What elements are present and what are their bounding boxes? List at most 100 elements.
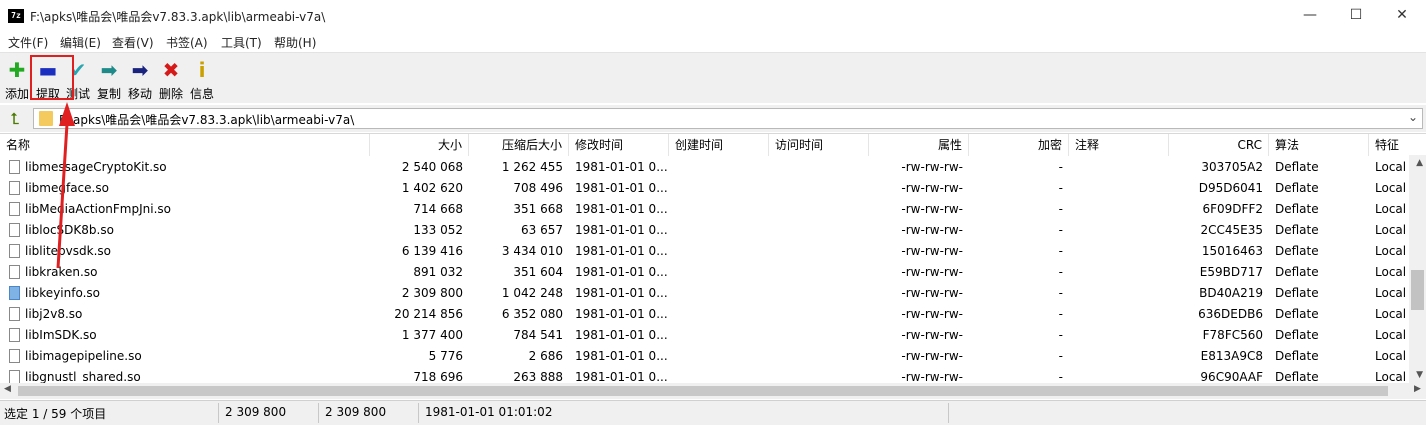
column-header-row: 名称 大小 压缩后大小 修改时间 创建时间 访问时间 属性 加密 注释 CRC … [0, 134, 1426, 156]
col-created[interactable]: 创建时间 [669, 134, 769, 156]
cell-packed-size: 2 686 [528, 349, 563, 363]
window-title: F:\apks\唯品会\唯品会v7.83.3.apk\lib\armeabi-v… [30, 10, 326, 24]
file-icon [9, 349, 20, 363]
table-row[interactable]: liblitepvsdk.so 6 139 416 3 434 010 1981-01… [0, 241, 1408, 262]
table-row[interactable]: libMediaActionFmpJni.so 714 668 351 668 198… [0, 199, 1408, 220]
cell-size: 714 668 [413, 202, 463, 216]
add-button[interactable]: ✚ 添加 [0, 57, 34, 101]
cell-attributes: -rw-rw-rw- [901, 286, 963, 300]
path-field[interactable]: F:\apks\唯品会\唯品会v7.83.3.apk\lib\armeabi-v… [33, 108, 1423, 129]
extract-highlight-box [30, 55, 74, 100]
cell-packed-size: 1 262 455 [501, 160, 563, 174]
cell-crc: E59BD717 [1199, 265, 1263, 279]
table-row[interactable]: libkeyinfo.so 2 309 800 1 042 248 1981-01-0… [0, 283, 1408, 304]
cell-encrypted: - [1058, 160, 1063, 174]
add-label: 添加 [4, 87, 29, 101]
cell-packed-size: 1 042 248 [501, 286, 563, 300]
cell-modified: 1981-01-01 0... [575, 223, 668, 237]
copy-button[interactable]: ➡ 复制 [92, 57, 126, 101]
table-row[interactable]: liblocSDK8b.so 133 052 63 657 1981-01-01 0.… [0, 220, 1408, 241]
scroll-left-icon[interactable]: ◀ [4, 384, 11, 394]
status-size: 2 309 800 [225, 405, 287, 419]
info-icon: i [198, 58, 206, 82]
col-method[interactable]: 算法 [1269, 134, 1369, 156]
menu-bookmarks[interactable]: 书签(A) [166, 34, 208, 51]
cell-packed-size: 708 496 [513, 181, 563, 195]
col-modified[interactable]: 修改时间 [569, 134, 669, 156]
file-icon [9, 181, 20, 195]
file-name: libimagepipeline.so [25, 349, 142, 363]
vertical-scrollbar[interactable] [1409, 155, 1426, 383]
menu-view[interactable]: 查看(V) [112, 34, 154, 51]
add-icon: ✚ [8, 58, 26, 82]
vertical-scroll-thumb[interactable] [1411, 270, 1424, 310]
col-encrypted[interactable]: 加密 [969, 134, 1069, 156]
menu-help[interactable]: 帮助(H) [274, 34, 316, 51]
status-divider [218, 403, 219, 423]
cell-packed-size: 784 541 [513, 328, 563, 342]
file-name: libmessageCryptoKit.so [25, 160, 167, 174]
cell-attributes: -rw-rw-rw- [901, 181, 963, 195]
table-row[interactable]: libmegface.so 1 402 620 708 496 1981-01-01 … [0, 178, 1408, 199]
cell-size: 6 139 416 [401, 244, 463, 258]
cell-method: Deflate [1275, 181, 1319, 195]
cell-encrypted: - [1058, 349, 1063, 363]
address-bar: ⮤ F:\apks\唯品会\唯品会v7.83.3.apk\lib\armeabi… [0, 105, 1426, 132]
info-button[interactable]: i 信息 [185, 57, 219, 101]
file-name: libkeyinfo.so [25, 286, 100, 300]
cell-method: Deflate [1275, 307, 1319, 321]
delete-button[interactable]: ✖ 删除 [154, 57, 188, 101]
menu-tools[interactable]: 工具(T) [221, 34, 262, 51]
col-packed-size[interactable]: 压缩后大小 [469, 134, 569, 156]
col-accessed[interactable]: 访问时间 [769, 134, 869, 156]
cell-modified: 1981-01-01 0... [575, 265, 668, 279]
cell-packed-size: 6 352 080 [501, 307, 563, 321]
chevron-down-icon[interactable]: ⌄ [1408, 110, 1418, 124]
cell-attributes: -rw-rw-rw- [901, 307, 963, 321]
col-name[interactable]: 名称 [0, 134, 370, 156]
cell-method: Deflate [1275, 265, 1319, 279]
col-crc[interactable]: CRC [1169, 134, 1269, 156]
file-name: libj2v8.so [25, 307, 83, 321]
cell-size: 2 540 068 [401, 160, 463, 174]
cell-method: Deflate [1275, 286, 1319, 300]
file-name: libImSDK.so [25, 328, 97, 342]
menu-edit[interactable]: 编辑(E) [60, 34, 101, 51]
maximize-button[interactable]: ☐ [1333, 0, 1379, 32]
table-row[interactable]: libkraken.so 891 032 351 604 1981-01-01 0..… [0, 262, 1408, 283]
cell-encrypted: - [1058, 181, 1063, 195]
file-icon [9, 307, 20, 321]
move-button[interactable]: ➡ 移动 [123, 57, 157, 101]
table-row[interactable]: libmessageCryptoKit.so 2 540 068 1 262 455… [0, 157, 1408, 178]
cell-attributes: -rw-rw-rw- [901, 223, 963, 237]
menu-bar: 文件(F) 编辑(E) 查看(V) 书签(A) 工具(T) 帮助(H) [0, 32, 1426, 52]
cell-size: 133 052 [413, 223, 463, 237]
col-size[interactable]: 大小 [370, 134, 469, 156]
scroll-up-icon[interactable]: ▲ [1416, 158, 1423, 168]
table-row[interactable]: libImSDK.so 1 377 400 784 541 1981-01-01 0.… [0, 325, 1408, 346]
cell-crc: 2CC45E35 [1200, 223, 1263, 237]
cell-encrypted: - [1058, 265, 1063, 279]
col-characteristics[interactable]: 特征 [1369, 134, 1426, 156]
table-row[interactable]: libj2v8.so 20 214 856 6 352 080 1981-01-01 … [0, 304, 1408, 325]
cell-modified: 1981-01-01 0... [575, 307, 668, 321]
scroll-down-icon[interactable]: ▼ [1416, 370, 1423, 380]
col-comment[interactable]: 注释 [1069, 134, 1169, 156]
delete-label: 删除 [158, 87, 183, 101]
cell-attributes: -rw-rw-rw- [901, 328, 963, 342]
file-name: liblocSDK8b.so [25, 223, 114, 237]
close-button[interactable]: ✕ [1379, 0, 1425, 32]
scroll-right-icon[interactable]: ▶ [1414, 384, 1421, 394]
minimize-button[interactable]: — [1287, 0, 1333, 32]
toolbar: ✚ 添加 ▬ 提取 ✔ 测试 ➡ 复制 ➡ 移动 ✖ 删除 i 信息 [0, 52, 1426, 103]
folder-up-icon[interactable]: ⮤ [4, 109, 26, 129]
file-name: libkraken.so [25, 265, 98, 279]
col-attributes[interactable]: 属性 [869, 134, 969, 156]
cell-modified: 1981-01-01 0... [575, 160, 668, 174]
horizontal-scroll-thumb[interactable] [18, 386, 1388, 396]
menu-file[interactable]: 文件(F) [8, 34, 48, 51]
cell-crc: BD40A219 [1199, 286, 1263, 300]
cell-method: Deflate [1275, 223, 1319, 237]
table-row[interactable]: libimagepipeline.so 5 776 2 686 1981-01-01 … [0, 346, 1408, 367]
cell-modified: 1981-01-01 0... [575, 349, 668, 363]
